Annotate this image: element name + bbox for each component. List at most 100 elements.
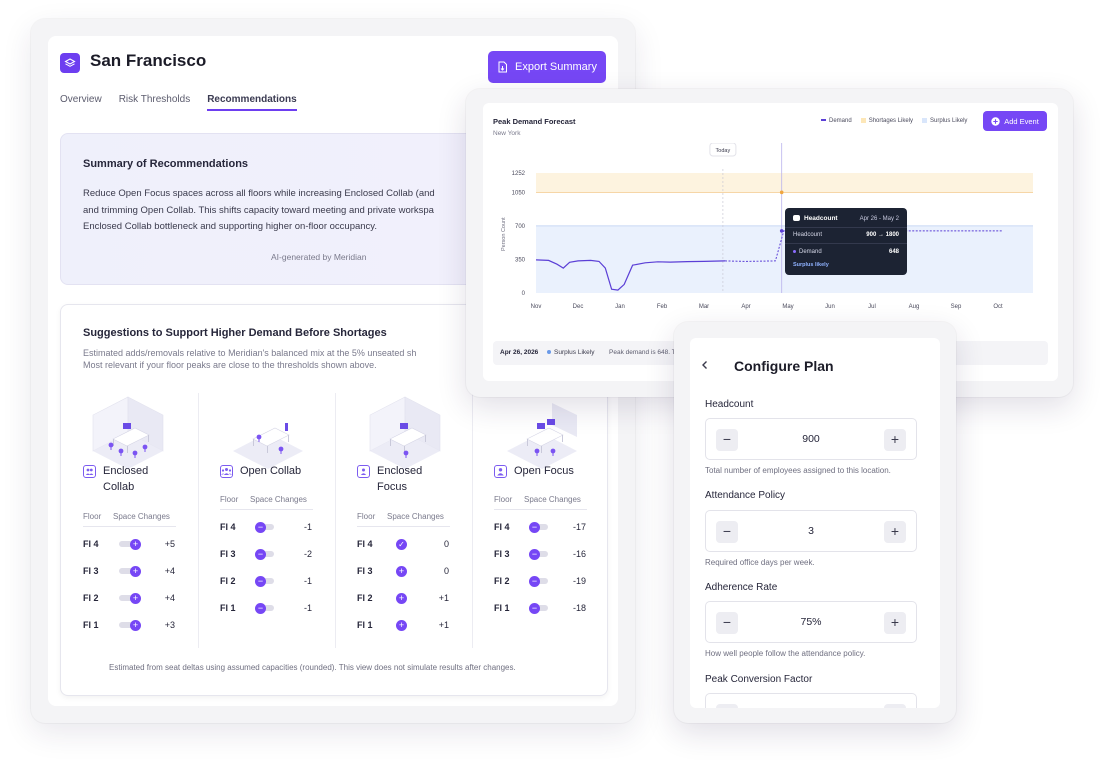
- space-change-value: -19: [572, 576, 586, 586]
- decrement-button[interactable]: −: [716, 704, 738, 708]
- x-tick-label: May: [782, 304, 793, 310]
- change-toggle[interactable]: +: [119, 565, 141, 577]
- configure-plan-panel: Configure Plan Headcount − 900 + Total n…: [674, 322, 956, 723]
- table-row: Fl 3 − -2: [220, 548, 320, 562]
- tooltip-demand-text: Demand: [799, 249, 822, 255]
- table-row: Fl 1 + +3: [83, 619, 183, 633]
- column-separator: [198, 393, 199, 648]
- export-summary-button[interactable]: Export Summary: [488, 51, 606, 83]
- legend-item-surplus: Surplus Likely: [922, 118, 967, 124]
- change-toggle[interactable]: ✓: [393, 538, 411, 550]
- change-toggle[interactable]: −: [529, 575, 548, 587]
- increment-button[interactable]: +: [884, 612, 906, 634]
- add-event-button[interactable]: Add Event: [983, 111, 1047, 131]
- demand-dot: [793, 249, 796, 253]
- y-tick-label: 350: [515, 257, 526, 263]
- column-separator: [472, 393, 473, 648]
- space-change-value: -18: [572, 603, 586, 613]
- export-file-icon: [498, 61, 508, 73]
- check-icon: ✓: [396, 538, 407, 550]
- remove-icon: −: [255, 602, 266, 614]
- decrement-button[interactable]: −: [716, 429, 738, 451]
- remove-icon: −: [255, 575, 266, 587]
- space-column: Open Collab Floor Space Changes Fl 4 − -1 Fl 3…: [220, 393, 345, 648]
- decrement-button[interactable]: −: [716, 521, 738, 543]
- page-title: San Francisco: [90, 51, 207, 70]
- shortage-threshold-point: [779, 190, 784, 195]
- back-chevron-icon[interactable]: [700, 359, 710, 373]
- subtitle-line: Most relevant if your floor peaks are cl…: [83, 360, 377, 370]
- add-icon: +: [130, 619, 141, 631]
- person-icon: [494, 465, 507, 478]
- attendance-value[interactable]: 3: [746, 525, 876, 537]
- space-columns: Enclosed Collab Floor Space Changes Fl 4 + +5 F…: [83, 393, 593, 648]
- add-icon: +: [130, 592, 141, 604]
- change-toggle[interactable]: −: [255, 521, 274, 533]
- table-divider: [83, 526, 176, 527]
- change-toggle[interactable]: +: [119, 592, 141, 604]
- x-tick-label: Oct: [993, 304, 1003, 310]
- space-change-value: -1: [303, 576, 312, 586]
- status-text: Peak demand is 648. Tha: [609, 349, 683, 356]
- table-row: Fl 4 − -1: [220, 521, 320, 535]
- column-header-floor: Floor: [83, 512, 102, 521]
- chart-subtitle: New York: [493, 130, 521, 137]
- floor-label: Fl 2: [494, 576, 510, 586]
- chart-title: Peak Demand Forecast: [493, 117, 576, 126]
- y-tick-label: 0: [522, 291, 526, 297]
- summary-line: and trimming Open Collab. This shifts ca…: [83, 204, 434, 216]
- change-toggle[interactable]: +: [393, 565, 411, 577]
- increment-button[interactable]: +: [884, 704, 906, 708]
- change-toggle[interactable]: −: [529, 521, 548, 533]
- x-tick-label: Jun: [825, 304, 835, 310]
- tab-risk-thresholds[interactable]: Risk Thresholds: [119, 94, 191, 111]
- adherence-value[interactable]: 75%: [746, 616, 876, 628]
- space-change-value: +4: [164, 593, 175, 603]
- change-toggle[interactable]: +: [393, 619, 411, 631]
- change-toggle[interactable]: +: [393, 592, 411, 604]
- space-change-value: +4: [164, 566, 175, 576]
- field-help: Required office days per week.: [705, 558, 815, 567]
- space-name-line: Enclosed: [377, 465, 423, 477]
- footnote: Estimated from seat deltas using assumed…: [109, 663, 516, 672]
- add-icon: +: [396, 565, 407, 577]
- add-event-label: Add Event: [1004, 116, 1039, 126]
- change-toggle[interactable]: +: [119, 538, 141, 550]
- peak-conversion-stepper: − +: [705, 693, 917, 708]
- increment-button[interactable]: +: [884, 521, 906, 543]
- table-row: Fl 3 + +4: [83, 565, 183, 579]
- space-name-line: Open Focus: [514, 465, 574, 477]
- floor-label: Fl 3: [83, 566, 99, 576]
- headcount-value[interactable]: 900: [746, 433, 876, 445]
- floor-label: Fl 4: [357, 539, 373, 549]
- column-header-floor: Floor: [357, 512, 376, 521]
- tab-overview[interactable]: Overview: [60, 94, 102, 111]
- table-row: Fl 4 − -17: [494, 521, 594, 535]
- space-change-value: -17: [572, 522, 586, 532]
- export-summary-label: Export Summary: [515, 61, 597, 73]
- change-toggle[interactable]: −: [529, 548, 548, 560]
- column-header-floor: Floor: [220, 495, 239, 504]
- space-header: Open Collab: [220, 463, 301, 479]
- change-toggle[interactable]: −: [255, 548, 274, 560]
- change-toggle[interactable]: −: [529, 602, 548, 614]
- increment-button[interactable]: +: [884, 429, 906, 451]
- change-toggle[interactable]: +: [119, 619, 141, 631]
- chart-tooltip: Headcount Apr 26 - May 2 Headcount 900 →…: [785, 208, 907, 275]
- x-tick-label: Apr: [741, 304, 750, 310]
- table-row: Fl 2 − -19: [494, 575, 594, 589]
- status-date: Apr 26, 2026: [500, 349, 539, 356]
- tooltip-divider: [785, 243, 907, 244]
- space-column: Enclosed Focus Floor Space Changes Fl 4 ✓ 0 Fl …: [357, 393, 482, 648]
- decrement-button[interactable]: −: [716, 612, 738, 634]
- demand-chart[interactable]: 0 350 700 1050 1252 Person Count Nov Dec Jan Feb M…: [483, 143, 1058, 333]
- column-header-changes: Space Changes: [387, 512, 444, 521]
- tab-recommendations[interactable]: Recommendations: [207, 94, 297, 111]
- remove-icon: −: [255, 548, 266, 560]
- column-header-changes: Space Changes: [250, 495, 307, 504]
- legend-item-demand: Demand: [821, 118, 852, 124]
- change-toggle[interactable]: −: [255, 602, 274, 614]
- tooltip-header: Headcount: [793, 215, 838, 222]
- space-change-value: +3: [164, 620, 175, 630]
- change-toggle[interactable]: −: [255, 575, 274, 587]
